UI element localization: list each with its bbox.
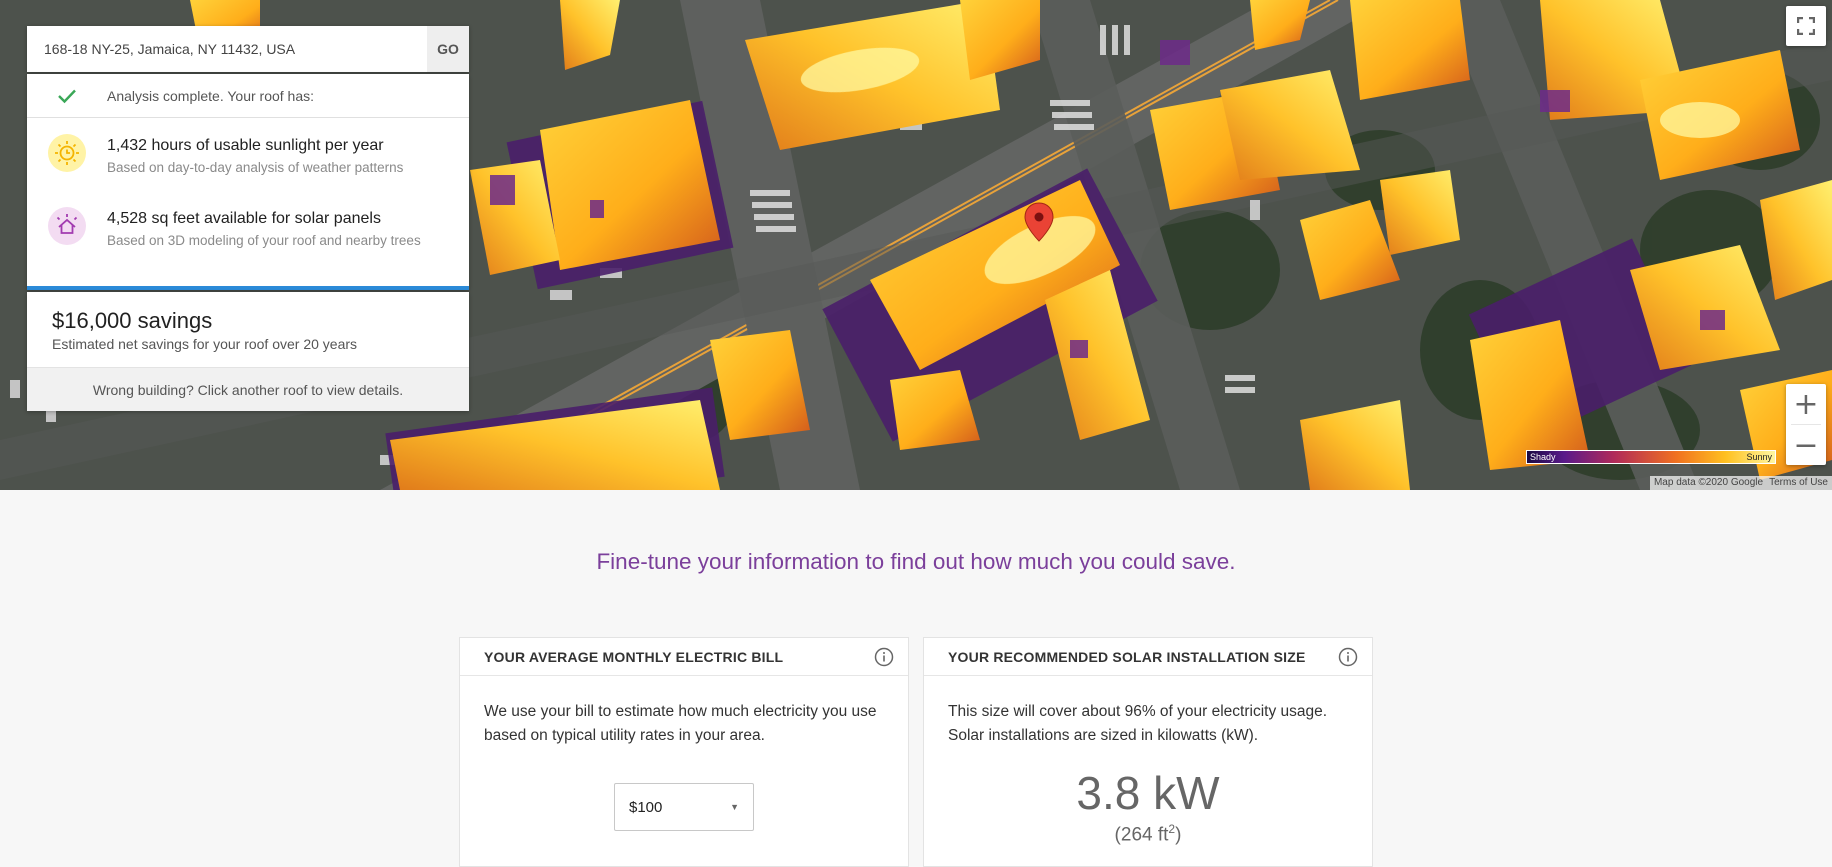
installation-area: (264 ft2)	[1114, 822, 1182, 846]
address-search-box: GO	[27, 26, 469, 72]
monthly-bill-select[interactable]: $100 ▼	[614, 783, 754, 831]
sun-clock-icon	[48, 134, 86, 172]
wrong-building-hint[interactable]: Wrong building? Click another roof to vi…	[27, 367, 469, 411]
map-attribution: Map data ©2020 Google Terms of Use	[1649, 476, 1832, 490]
savings-amount: $16,000 savings	[52, 308, 213, 333]
house-icon	[48, 207, 86, 245]
chevron-down-icon: ▼	[730, 802, 739, 812]
legend-sunny-label: Sunny	[1746, 452, 1772, 462]
check-icon	[58, 89, 76, 103]
go-button[interactable]: GO	[427, 26, 469, 72]
terms-of-use-link[interactable]: Terms of Use	[1769, 476, 1828, 490]
roof-area-basis: Based on 3D modeling of your roof and ne…	[107, 233, 421, 248]
fine-tune-heading: Fine-tune your information to find out h…	[596, 549, 1236, 574]
installation-size-description: This size will cover about 96% of your e…	[948, 703, 1328, 744]
sunlight-fact: 1,432 hours of usable sunlight per year …	[27, 118, 469, 191]
savings-subtitle: Estimated net savings for your roof over…	[52, 336, 358, 352]
sunlight-basis: Based on day-to-day analysis of weather …	[107, 160, 404, 175]
electric-bill-title: YOUR AVERAGE MONTHLY ELECTRIC BILL	[484, 648, 784, 665]
installation-size-kw: 3.8 kW	[1076, 767, 1220, 819]
zoom-out-button[interactable]: −	[1786, 425, 1826, 465]
sunlight-hours: 1,432 hours of usable sunlight per year	[107, 137, 384, 154]
installation-size-title: YOUR RECOMMENDED SOLAR INSTALLATION SIZE	[948, 648, 1306, 665]
zoom-control: + −	[1786, 384, 1826, 465]
map-data-credit: Map data ©2020 Google	[1653, 477, 1764, 488]
analysis-status: Analysis complete. Your roof has:	[27, 74, 469, 118]
info-icon[interactable]	[1338, 647, 1358, 667]
card-accent-strip	[27, 286, 469, 290]
sunlight-legend: Shady Sunny	[1526, 450, 1776, 464]
roof-area-fact: 4,528 sq feet available for solar panels…	[27, 191, 469, 264]
fullscreen-icon	[1797, 17, 1815, 35]
analysis-card: Analysis complete. Your roof has: 1,432 …	[27, 74, 469, 290]
fullscreen-button[interactable]	[1786, 6, 1826, 46]
electric-bill-panel: YOUR AVERAGE MONTHLY ELECTRIC BILL We us…	[459, 637, 909, 867]
electric-bill-description: We use your bill to estimate how much el…	[484, 703, 877, 744]
address-input[interactable]	[27, 26, 427, 72]
roof-area: 4,528 sq feet available for solar panels	[107, 210, 381, 227]
savings-card: $16,000 savings Estimated net savings fo…	[27, 292, 469, 411]
installation-size-panel: YOUR RECOMMENDED SOLAR INSTALLATION SIZE…	[923, 637, 1373, 867]
analysis-status-text: Analysis complete. Your roof has:	[107, 87, 315, 104]
zoom-in-button[interactable]: +	[1786, 384, 1826, 424]
info-icon[interactable]	[874, 647, 894, 667]
monthly-bill-value: $100	[629, 798, 663, 816]
legend-shady-label: Shady	[1530, 452, 1556, 462]
